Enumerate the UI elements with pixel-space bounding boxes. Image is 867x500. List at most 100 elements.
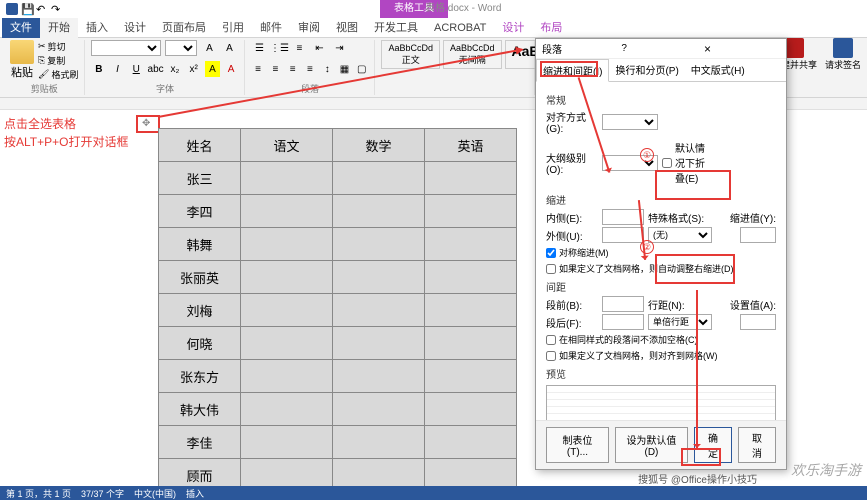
tab-ctx-layout[interactable]: 布局 [532, 18, 570, 38]
set-default-button[interactable]: 设为默认值(D) [615, 427, 688, 463]
table-cell[interactable] [425, 294, 517, 327]
table-cell[interactable] [241, 327, 333, 360]
table-cell[interactable] [333, 360, 425, 393]
align-center-icon[interactable]: ≡ [269, 61, 282, 77]
strike-button[interactable]: abc [148, 61, 164, 77]
tab-indent-spacing[interactable]: 缩进和间距(I) [536, 59, 609, 82]
bold-button[interactable]: B [91, 61, 106, 77]
tabs-button[interactable]: 制表位(T)... [546, 427, 609, 463]
tab-references[interactable]: 引用 [214, 18, 252, 38]
table-cell[interactable] [333, 393, 425, 426]
underline-button[interactable]: U [129, 61, 144, 77]
table-cell[interactable] [425, 327, 517, 360]
table-cell[interactable]: 张东方 [159, 360, 241, 393]
table-cell[interactable] [333, 426, 425, 459]
after-input[interactable] [602, 314, 644, 330]
table-cell[interactable] [425, 228, 517, 261]
tab-design[interactable]: 设计 [116, 18, 154, 38]
multilevel-icon[interactable]: ≡ [291, 40, 307, 56]
bullets-icon[interactable]: ☰ [251, 40, 267, 56]
justify-icon[interactable]: ≡ [303, 61, 316, 77]
redo-icon[interactable]: ↷ [51, 3, 63, 15]
table-cell[interactable] [241, 294, 333, 327]
table-cell[interactable] [333, 228, 425, 261]
table-header[interactable]: 数学 [333, 129, 425, 162]
snap-grid-checkbox[interactable]: 如果定义了文档网格，则对齐到网格(W) [546, 349, 776, 362]
table-cell[interactable]: 刘梅 [159, 294, 241, 327]
tab-developer[interactable]: 开发工具 [366, 18, 426, 38]
cut-button[interactable]: ✂ 剪切 [38, 40, 78, 53]
tab-line-page-breaks[interactable]: 换行和分页(P) [609, 59, 684, 81]
table-header[interactable]: 姓名 [159, 129, 241, 162]
table-cell[interactable]: 韩舞 [159, 228, 241, 261]
table-cell[interactable] [333, 294, 425, 327]
at-input[interactable] [740, 314, 776, 330]
tab-asian-typography[interactable]: 中文版式(H) [685, 59, 751, 81]
table-cell[interactable] [241, 261, 333, 294]
align-right-icon[interactable]: ≡ [286, 61, 299, 77]
font-family-select[interactable] [91, 40, 161, 56]
shading-icon[interactable]: ▦ [338, 61, 351, 77]
status-page[interactable]: 第 1 页，共 1 页 [6, 487, 71, 500]
numbering-icon[interactable]: ⋮☰ [271, 40, 287, 56]
table-cell[interactable] [241, 228, 333, 261]
auto-adjust-checkbox[interactable]: 如果定义了文档网格，则自动调整右缩进(D) [546, 262, 776, 275]
superscript-button[interactable]: x² [186, 61, 201, 77]
table-cell[interactable] [425, 393, 517, 426]
table-cell[interactable] [425, 195, 517, 228]
table-cell[interactable] [333, 195, 425, 228]
copy-button[interactable]: ⎘ 复制 [38, 54, 78, 67]
document-table[interactable]: 姓名 语文 数学 英语 张三 李四 韩舞 张丽英 刘梅 何晓 张东方 韩大伟 李… [158, 128, 517, 492]
line-spacing-icon[interactable]: ↕ [321, 61, 334, 77]
decrease-indent-icon[interactable]: ⇤ [311, 40, 327, 56]
font-size-select[interactable] [165, 40, 197, 56]
table-header[interactable]: 英语 [425, 129, 517, 162]
borders-icon[interactable]: ▢ [355, 61, 368, 77]
tab-view[interactable]: 视图 [328, 18, 366, 38]
tab-layout[interactable]: 页面布局 [154, 18, 214, 38]
indent-right-input[interactable] [602, 227, 644, 243]
help-icon[interactable]: ? [621, 43, 700, 54]
status-words[interactable]: 37/37 个字 [81, 487, 124, 500]
table-cell[interactable] [241, 426, 333, 459]
table-cell[interactable] [425, 360, 517, 393]
table-cell[interactable]: 何晓 [159, 327, 241, 360]
dialog-titlebar[interactable]: 段落 ? × [536, 39, 786, 59]
table-cell[interactable]: 张三 [159, 162, 241, 195]
shrink-font-icon[interactable]: A [221, 40, 237, 56]
font-color-button[interactable]: A [224, 61, 239, 77]
table-cell[interactable] [241, 162, 333, 195]
cancel-button[interactable]: 取消 [738, 427, 776, 463]
format-painter-button[interactable]: 🖌 格式刷 [38, 68, 78, 81]
align-left-icon[interactable]: ≡ [251, 61, 264, 77]
close-icon[interactable]: × [701, 42, 780, 56]
tab-file[interactable]: 文件 [2, 18, 40, 38]
save-icon[interactable]: 💾 [21, 3, 33, 15]
increase-indent-icon[interactable]: ⇥ [331, 40, 347, 56]
indent-left-input[interactable] [602, 209, 644, 225]
same-style-checkbox[interactable]: 在相同样式的段落间不添加空格(C) [546, 333, 776, 346]
status-insert[interactable]: 插入 [186, 487, 204, 500]
tab-insert[interactable]: 插入 [78, 18, 116, 38]
table-cell[interactable] [333, 261, 425, 294]
undo-icon[interactable]: ↶ [36, 3, 48, 15]
table-cell[interactable]: 李四 [159, 195, 241, 228]
acrobat-sign-button[interactable]: 请求签名 [825, 38, 861, 71]
table-cell[interactable] [425, 426, 517, 459]
table-cell[interactable] [333, 162, 425, 195]
paste-button[interactable]: 粘贴 [10, 40, 34, 81]
table-cell[interactable] [425, 162, 517, 195]
grow-font-icon[interactable]: A [201, 40, 217, 56]
tab-home[interactable]: 开始 [40, 18, 78, 38]
table-cell[interactable]: 李佳 [159, 426, 241, 459]
tab-mailings[interactable]: 邮件 [252, 18, 290, 38]
mirror-indent-checkbox[interactable]: 对称缩进(M) [546, 246, 776, 259]
status-lang[interactable]: 中文(中国) [134, 487, 176, 500]
table-cell[interactable] [241, 195, 333, 228]
tab-acrobat[interactable]: ACROBAT [426, 18, 494, 38]
special-select[interactable]: (无) [648, 227, 712, 243]
table-move-handle-icon[interactable]: ✥ [142, 118, 150, 129]
table-cell[interactable] [241, 360, 333, 393]
collapse-checkbox[interactable]: 默认情况下折叠(E) [662, 140, 714, 185]
tab-review[interactable]: 审阅 [290, 18, 328, 38]
